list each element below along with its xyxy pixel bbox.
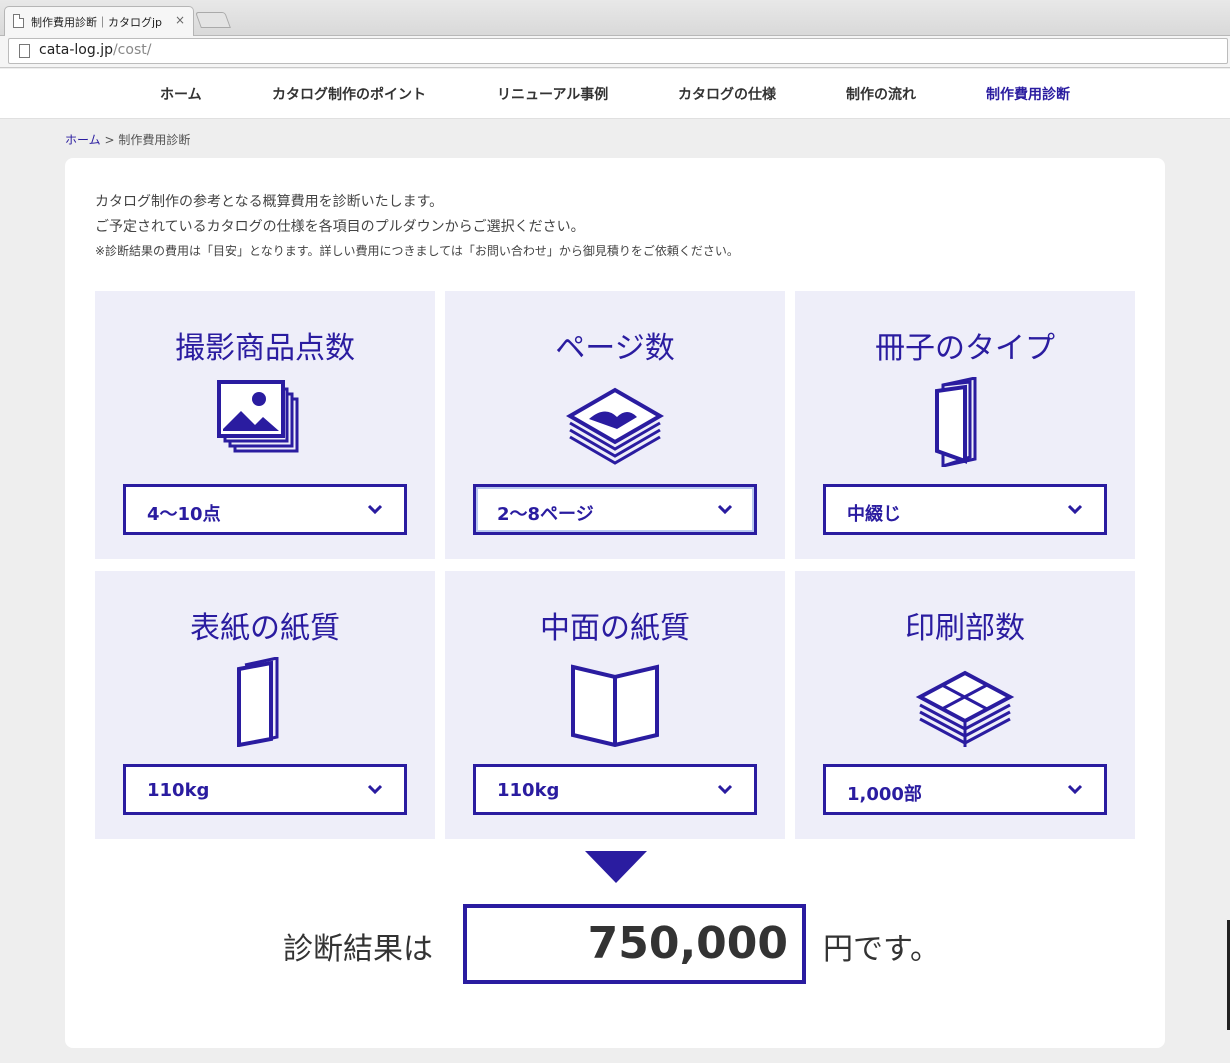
url-path: /cost/ (112, 42, 152, 58)
result-unit: 円です。 (823, 932, 940, 967)
result-value: 750,000 (587, 918, 788, 969)
intro-line-1: カタログ制作の参考となる概算費用を診断いたします。 (95, 194, 444, 210)
select-value: 1,000部 (847, 784, 922, 805)
cover-paper-icon (215, 657, 315, 747)
cost-diagnosis-card: カタログ制作の参考となる概算費用を診断いたします。 ご予定されているカタログの仕… (65, 158, 1165, 1048)
chevron-down-icon (1067, 784, 1083, 795)
result-label: 診断結果は (283, 932, 433, 967)
booklet-type-select[interactable]: 中綴じ (823, 484, 1107, 535)
panel-product-count: 撮影商品点数 4〜10点 (95, 291, 435, 559)
panel-print-quantity: 印刷部数 1,000部 (795, 571, 1135, 839)
arrow-down-icon (585, 851, 647, 883)
inner-paper-select[interactable]: 110kg (473, 764, 757, 815)
breadcrumb-separator: > (100, 133, 119, 147)
browser-tab[interactable]: 制作費用診断｜カタログjp × (4, 6, 194, 36)
panel-booklet-type: 冊子のタイプ 中綴じ (795, 291, 1135, 559)
new-tab-button[interactable] (195, 12, 231, 28)
panel-inner-paper: 中面の紙質 110kg (445, 571, 785, 839)
tab-title: 制作費用診断｜カタログjp (31, 16, 163, 29)
site-nav: ホーム カタログ制作のポイント リニューアル事例 カタログの仕様 制作の流れ 制… (0, 69, 1230, 119)
intro-note: ※診断結果の費用は「目安」となります。詳しい費用につきましては「お問い合わせ」か… (95, 244, 739, 258)
url-text[interactable]: cata-log.jp/cost/ (39, 42, 151, 58)
booklet-icon (915, 377, 1015, 467)
browser-tab-bar: 制作費用診断｜カタログjp × (0, 0, 1230, 36)
panel-title: ページ数 (555, 331, 675, 366)
panel-title: 中面の紙質 (540, 611, 690, 646)
nav-production-flow[interactable]: 制作の流れ (846, 84, 916, 104)
intro-line-2: ご予定されているカタログの仕様を各項目のプルダウンからご選択ください。 (95, 219, 585, 235)
result-box: 750,000 (463, 904, 806, 984)
panel-cover-paper: 表紙の紙質 110kg (95, 571, 435, 839)
panel-page-count: ページ数 2〜8ページ (445, 291, 785, 559)
chevron-down-icon (1067, 504, 1083, 515)
panel-title: 冊子のタイプ (875, 331, 1055, 366)
page-count-select[interactable]: 2〜8ページ (473, 484, 757, 535)
select-value: 4〜10点 (147, 504, 221, 525)
breadcrumb-home[interactable]: ホーム (65, 133, 101, 147)
tab-close-icon[interactable]: × (175, 13, 185, 27)
pages-stack-icon (565, 377, 665, 467)
url-host: cata-log.jp (39, 42, 113, 58)
breadcrumb: ホーム > 制作費用診断 (65, 131, 190, 148)
address-bar[interactable]: cata-log.jp/cost/ (8, 38, 1228, 64)
panel-title: 撮影商品点数 (175, 331, 355, 366)
cover-paper-select[interactable]: 110kg (123, 764, 407, 815)
panel-title: 表紙の紙質 (190, 611, 340, 646)
panel-title: 印刷部数 (905, 611, 1025, 646)
page-icon (19, 44, 30, 58)
chevron-down-icon (367, 784, 383, 795)
chevron-down-icon (717, 784, 733, 795)
select-value: 2〜8ページ (497, 504, 594, 525)
chevron-down-icon (717, 504, 733, 515)
select-value: 110kg (497, 780, 560, 801)
intro-text: カタログ制作の参考となる概算費用を診断いたします。 ご予定されているカタログの仕… (95, 190, 739, 262)
nav-catalog-points[interactable]: カタログ制作のポイント (272, 84, 426, 104)
page-icon (13, 14, 24, 28)
print-stack-icon (915, 657, 1015, 747)
photos-icon (215, 377, 315, 467)
open-book-icon (565, 657, 665, 747)
nav-home[interactable]: ホーム (160, 84, 202, 104)
print-quantity-select[interactable]: 1,000部 (823, 764, 1107, 815)
nav-cost-diagnosis[interactable]: 制作費用診断 (986, 84, 1070, 104)
breadcrumb-current: 制作費用診断 (118, 133, 191, 147)
select-value: 中綴じ (847, 504, 901, 525)
browser-toolbar: cata-log.jp/cost/ (0, 36, 1230, 68)
product-count-select[interactable]: 4〜10点 (123, 484, 407, 535)
select-value: 110kg (147, 780, 210, 801)
nav-renewal-cases[interactable]: リニューアル事例 (497, 84, 608, 104)
nav-catalog-specs[interactable]: カタログの仕様 (678, 84, 776, 104)
chevron-down-icon (367, 504, 383, 515)
